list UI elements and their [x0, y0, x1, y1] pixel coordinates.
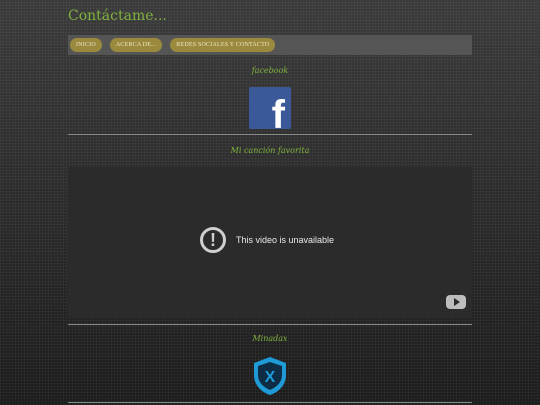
divider: [68, 134, 472, 135]
page-title: Contáctame...: [68, 8, 167, 24]
facebook-section-title: facebook: [251, 66, 289, 75]
youtube-logo-icon[interactable]: [446, 295, 466, 309]
facebook-icon[interactable]: f: [249, 87, 291, 129]
video-player[interactable]: ! This video is unavailable: [68, 167, 472, 317]
minadax-section-title: Minadax: [252, 334, 288, 343]
svg-text:X: X: [265, 369, 276, 386]
nav-bar: INICIO ACERCA DE... REDES SOCIALES Y CON…: [68, 35, 472, 55]
warning-icon: !: [200, 227, 226, 253]
nav-acerca-button[interactable]: ACERCA DE...: [109, 38, 163, 52]
video-message-text: This video is unavailable: [236, 235, 335, 245]
divider: [68, 402, 472, 403]
nav-redes-button[interactable]: REDES SOCIALES Y CONTACTO: [170, 38, 276, 52]
divider: [68, 324, 472, 325]
video-unavailable-message: ! This video is unavailable: [200, 227, 334, 253]
nav-inicio-button[interactable]: INICIO: [70, 38, 102, 52]
shield-x-icon[interactable]: X: [251, 355, 289, 397]
song-section-title: Mi canción favorita: [230, 146, 310, 155]
